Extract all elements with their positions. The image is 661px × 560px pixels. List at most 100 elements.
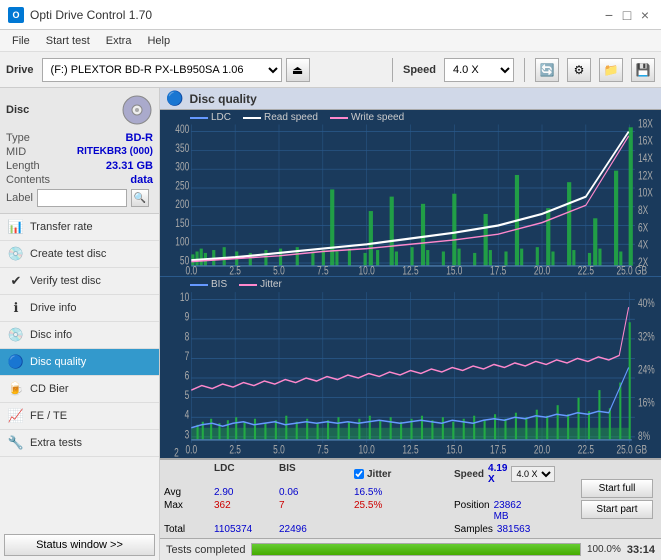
upper-legend: LDC Read speed Write speed bbox=[190, 112, 404, 123]
disc-header: Disc bbox=[6, 94, 153, 126]
drive-dropdown[interactable]: (F:) PLEXTOR BD-R PX-LB950SA 1.06 bbox=[42, 58, 282, 82]
svg-text:10: 10 bbox=[180, 292, 189, 305]
disc-label-button[interactable]: 🔍 bbox=[131, 189, 149, 207]
right-panel: 🔵 Disc quality LDC Read speed bbox=[160, 88, 661, 560]
jitter-legend-label: Jitter bbox=[260, 279, 282, 290]
verify-test-disc-icon: ✔ bbox=[8, 273, 24, 289]
toolbar: Drive (F:) PLEXTOR BD-R PX-LB950SA 1.06 … bbox=[0, 52, 661, 88]
time-display: 33:14 bbox=[627, 544, 655, 556]
jitter-checkbox[interactable] bbox=[354, 469, 364, 479]
svg-text:0.0: 0.0 bbox=[186, 265, 198, 276]
svg-text:8%: 8% bbox=[638, 431, 650, 444]
drive-select-area: (F:) PLEXTOR BD-R PX-LB950SA 1.06 ⏏ bbox=[42, 58, 382, 82]
menu-help[interactable]: Help bbox=[139, 33, 178, 49]
menu-bar: File Start test Extra Help bbox=[0, 30, 661, 52]
svg-text:17.5: 17.5 bbox=[490, 265, 507, 276]
svg-text:18X: 18X bbox=[638, 118, 653, 131]
svg-text:2.5: 2.5 bbox=[229, 444, 241, 457]
status-window-button[interactable]: Status window >> bbox=[4, 534, 155, 556]
content-area: Disc Type BD-R MID RITEKBR3 (000) L bbox=[0, 88, 661, 560]
svg-text:150: 150 bbox=[175, 218, 189, 231]
svg-text:9: 9 bbox=[185, 311, 190, 324]
refresh-button[interactable]: 🔄 bbox=[535, 58, 559, 82]
svg-text:10.0: 10.0 bbox=[359, 265, 376, 276]
action-buttons: Start full Start part bbox=[577, 462, 657, 536]
sidebar-item-disc-info[interactable]: 💿 Disc info bbox=[0, 322, 159, 349]
svg-text:2.5: 2.5 bbox=[229, 265, 241, 276]
menu-file[interactable]: File bbox=[4, 33, 38, 49]
stats-total-row: Total 1105374 22496 Samples 381563 bbox=[164, 523, 577, 536]
samples-label: Samples bbox=[454, 524, 493, 535]
svg-text:5.0: 5.0 bbox=[273, 265, 285, 276]
svg-text:22.5: 22.5 bbox=[578, 265, 595, 276]
settings-button[interactable]: ⚙ bbox=[567, 58, 591, 82]
ldc-legend-label: LDC bbox=[211, 112, 231, 123]
menu-start-test[interactable]: Start test bbox=[38, 33, 98, 49]
write-speed-legend-label: Write speed bbox=[351, 112, 404, 123]
minimize-button[interactable]: − bbox=[601, 7, 617, 23]
stat-col-empty bbox=[164, 463, 214, 485]
svg-text:400: 400 bbox=[175, 124, 189, 137]
read-speed-legend-line bbox=[243, 117, 261, 119]
svg-text:5.0: 5.0 bbox=[273, 444, 285, 457]
toolbar-separator-2 bbox=[524, 58, 525, 82]
sidebar-item-extra-tests[interactable]: 🔧 Extra tests bbox=[0, 430, 159, 457]
total-ldc: 1105374 bbox=[214, 524, 279, 535]
svg-text:20.0: 20.0 bbox=[534, 444, 550, 457]
verify-test-disc-label: Verify test disc bbox=[30, 275, 101, 287]
svg-text:16%: 16% bbox=[638, 397, 655, 410]
svg-text:250: 250 bbox=[175, 180, 189, 193]
avg-bis: 0.06 bbox=[279, 487, 334, 498]
save-button[interactable]: 💾 bbox=[631, 58, 655, 82]
start-full-button[interactable]: Start full bbox=[581, 479, 653, 498]
lower-chart-svg: 10 9 8 7 6 5 4 3 2 40% 32% 24% 16% bbox=[160, 277, 661, 458]
avg-label: Avg bbox=[164, 487, 214, 498]
sidebar-item-cd-bier[interactable]: 🍺 CD Bier bbox=[0, 376, 159, 403]
charts-container: LDC Read speed Write speed bbox=[160, 110, 661, 458]
menu-extra[interactable]: Extra bbox=[98, 33, 140, 49]
svg-text:200: 200 bbox=[175, 199, 189, 212]
sidebar-item-transfer-rate[interactable]: 📊 Transfer rate bbox=[0, 214, 159, 241]
stats-max-row: Max 362 7 25.5% Position 23862 MB bbox=[164, 499, 577, 523]
avg-ldc: 2.90 bbox=[214, 487, 279, 498]
disc-mid-value: RITEKBR3 (000) bbox=[77, 146, 153, 158]
bis-legend-item: BIS bbox=[190, 279, 227, 290]
fe-te-label: FE / TE bbox=[30, 410, 67, 422]
speed-dropdown[interactable]: 4.0 X2.0 X1.0 XMAX bbox=[444, 58, 514, 82]
speed-stat-dropdown[interactable]: 4.0 X bbox=[511, 466, 555, 482]
svg-text:22.5: 22.5 bbox=[578, 444, 594, 457]
sidebar-item-disc-quality[interactable]: 🔵 Disc quality bbox=[0, 349, 159, 376]
disc-title: Disc bbox=[6, 104, 29, 116]
svg-text:7: 7 bbox=[185, 351, 190, 364]
close-button[interactable]: × bbox=[637, 7, 653, 23]
svg-text:8: 8 bbox=[185, 331, 190, 344]
bottom-bar: LDC BIS Jitter Speed 4.19 X bbox=[160, 458, 661, 560]
sidebar-item-fe-te[interactable]: 📈 FE / TE bbox=[0, 403, 159, 430]
svg-text:0.0: 0.0 bbox=[186, 444, 198, 457]
svg-text:2: 2 bbox=[174, 447, 179, 458]
svg-text:12.5: 12.5 bbox=[402, 444, 418, 457]
sidebar-item-create-test-disc[interactable]: 💿 Create test disc bbox=[0, 241, 159, 268]
eject-button[interactable]: ⏏ bbox=[286, 58, 310, 82]
disc-svg-icon bbox=[121, 94, 153, 126]
disc-info-icon: 💿 bbox=[8, 327, 24, 343]
sidebar-item-verify-test-disc[interactable]: ✔ Verify test disc bbox=[0, 268, 159, 295]
disc-length-value: 23.31 GB bbox=[106, 160, 153, 172]
start-part-button[interactable]: Start part bbox=[581, 500, 653, 519]
svg-text:7.5: 7.5 bbox=[317, 265, 329, 276]
svg-text:12.5: 12.5 bbox=[402, 265, 419, 276]
folder-button[interactable]: 📁 bbox=[599, 58, 623, 82]
disc-mid-field: MID RITEKBR3 (000) bbox=[6, 146, 153, 158]
sidebar-item-drive-info[interactable]: ℹ Drive info bbox=[0, 295, 159, 322]
disc-label-input[interactable] bbox=[37, 189, 127, 207]
lower-legend: BIS Jitter bbox=[190, 279, 282, 290]
disc-type-field: Type BD-R bbox=[6, 132, 153, 144]
bis-legend-label: BIS bbox=[211, 279, 227, 290]
stat-col-check bbox=[334, 463, 354, 485]
svg-text:40%: 40% bbox=[638, 298, 655, 311]
max-jitter: 25.5% bbox=[354, 500, 454, 522]
maximize-button[interactable]: □ bbox=[619, 7, 635, 23]
drive-label: Drive bbox=[6, 64, 34, 76]
drive-info-label: Drive info bbox=[30, 302, 76, 314]
progress-bar-inner bbox=[252, 544, 579, 555]
